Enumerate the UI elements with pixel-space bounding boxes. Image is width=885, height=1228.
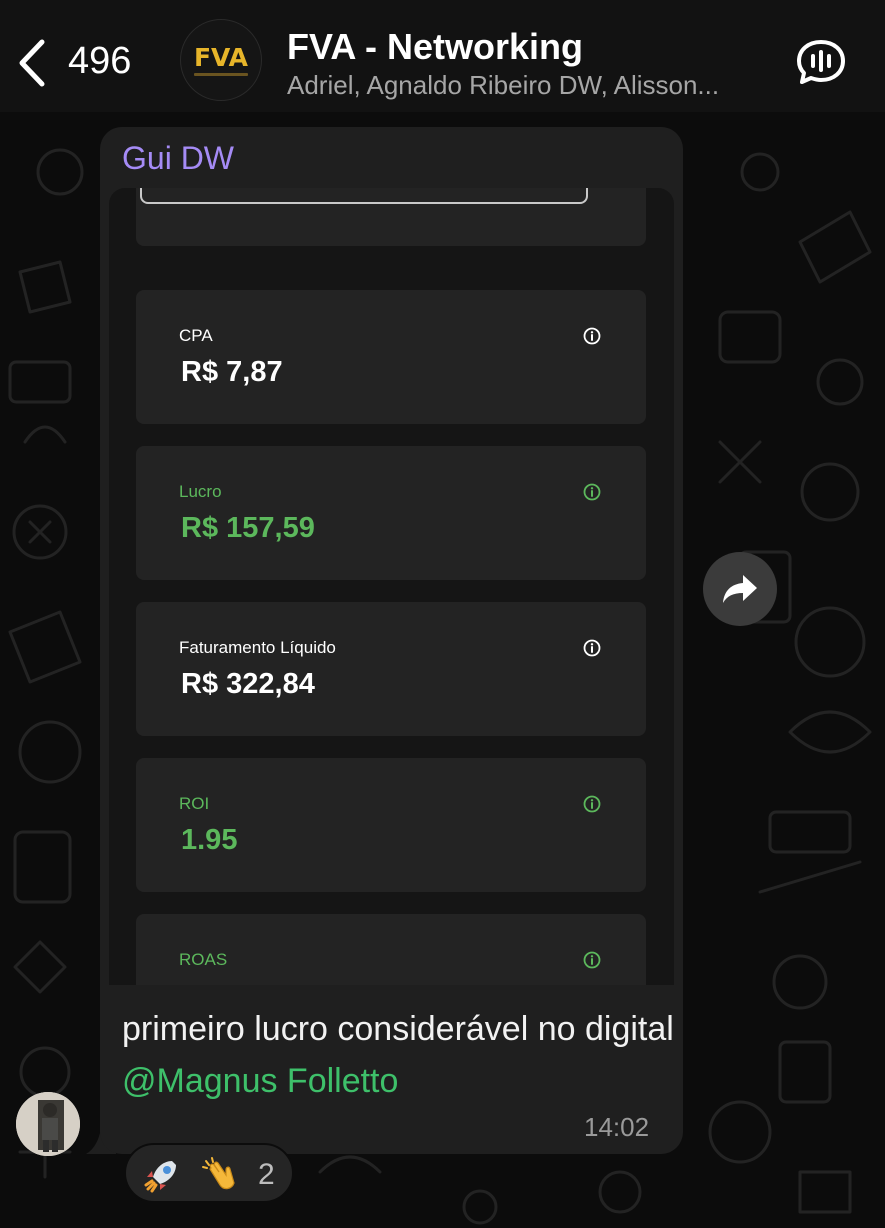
metric-label: ROAS xyxy=(179,950,228,969)
metric-label: ROI xyxy=(179,794,210,813)
back-chevron-icon[interactable] xyxy=(14,38,48,88)
metric-value: R$ 157,59 xyxy=(181,512,315,544)
clapping-hands-icon xyxy=(202,1157,235,1190)
group-logo-tagline xyxy=(194,72,248,76)
mention-link[interactable]: @Magnus Folletto xyxy=(122,1062,398,1100)
reactions-pill[interactable]: 2 xyxy=(124,1143,294,1203)
forward-arrow-icon xyxy=(723,575,757,603)
info-icon xyxy=(583,639,601,657)
sender-name[interactable]: Gui DW xyxy=(122,140,234,177)
sender-avatar[interactable] xyxy=(16,1092,80,1156)
forward-button[interactable] xyxy=(703,552,777,626)
group-name[interactable]: FVA - Networking xyxy=(287,26,583,68)
message-time: 14:02 xyxy=(584,1112,650,1142)
info-icon xyxy=(583,483,601,501)
group-members[interactable]: Adriel, Agnaldo Ribeiro DW, Alisson... xyxy=(287,70,772,101)
reaction-count: 2 xyxy=(258,1158,275,1191)
metric-value: R$ 7,87 xyxy=(181,356,283,388)
rocket-icon xyxy=(144,1161,176,1193)
metric-card-faturamento: Faturamento Líquido R$ 322,84 xyxy=(136,602,646,736)
screenshot-input-field xyxy=(140,188,588,204)
info-icon xyxy=(583,951,601,969)
info-icon xyxy=(583,327,601,345)
metric-value: R$ 322,84 xyxy=(181,668,315,700)
unread-count[interactable]: 496 xyxy=(68,40,131,83)
metric-value: 1.95 xyxy=(181,824,238,856)
chat-header: 496 FVA FVA - Networking Adriel, Agnaldo… xyxy=(0,0,885,112)
metric-label: Lucro xyxy=(179,482,222,501)
attached-screenshot[interactable]: CPA R$ 7,87 Lucro R$ 157,59 Faturamento … xyxy=(109,188,674,985)
caption-text: primeiro lucro considerável no digital xyxy=(122,1010,674,1048)
info-icon xyxy=(583,795,601,813)
metric-label: CPA xyxy=(179,326,213,345)
metric-card-lucro: Lucro R$ 157,59 xyxy=(136,446,646,580)
metric-label: Faturamento Líquido xyxy=(179,638,336,657)
group-logo: FVA xyxy=(193,42,249,72)
metric-card-roas: ROAS xyxy=(136,914,646,985)
group-avatar[interactable]: FVA xyxy=(180,19,262,101)
metric-card-cpa: CPA R$ 7,87 xyxy=(136,290,646,424)
voice-chat-icon[interactable] xyxy=(795,38,847,86)
metric-card-roi: ROI 1.95 xyxy=(136,758,646,892)
message-caption: primeiro lucro considerável no digital @… xyxy=(122,1003,677,1107)
